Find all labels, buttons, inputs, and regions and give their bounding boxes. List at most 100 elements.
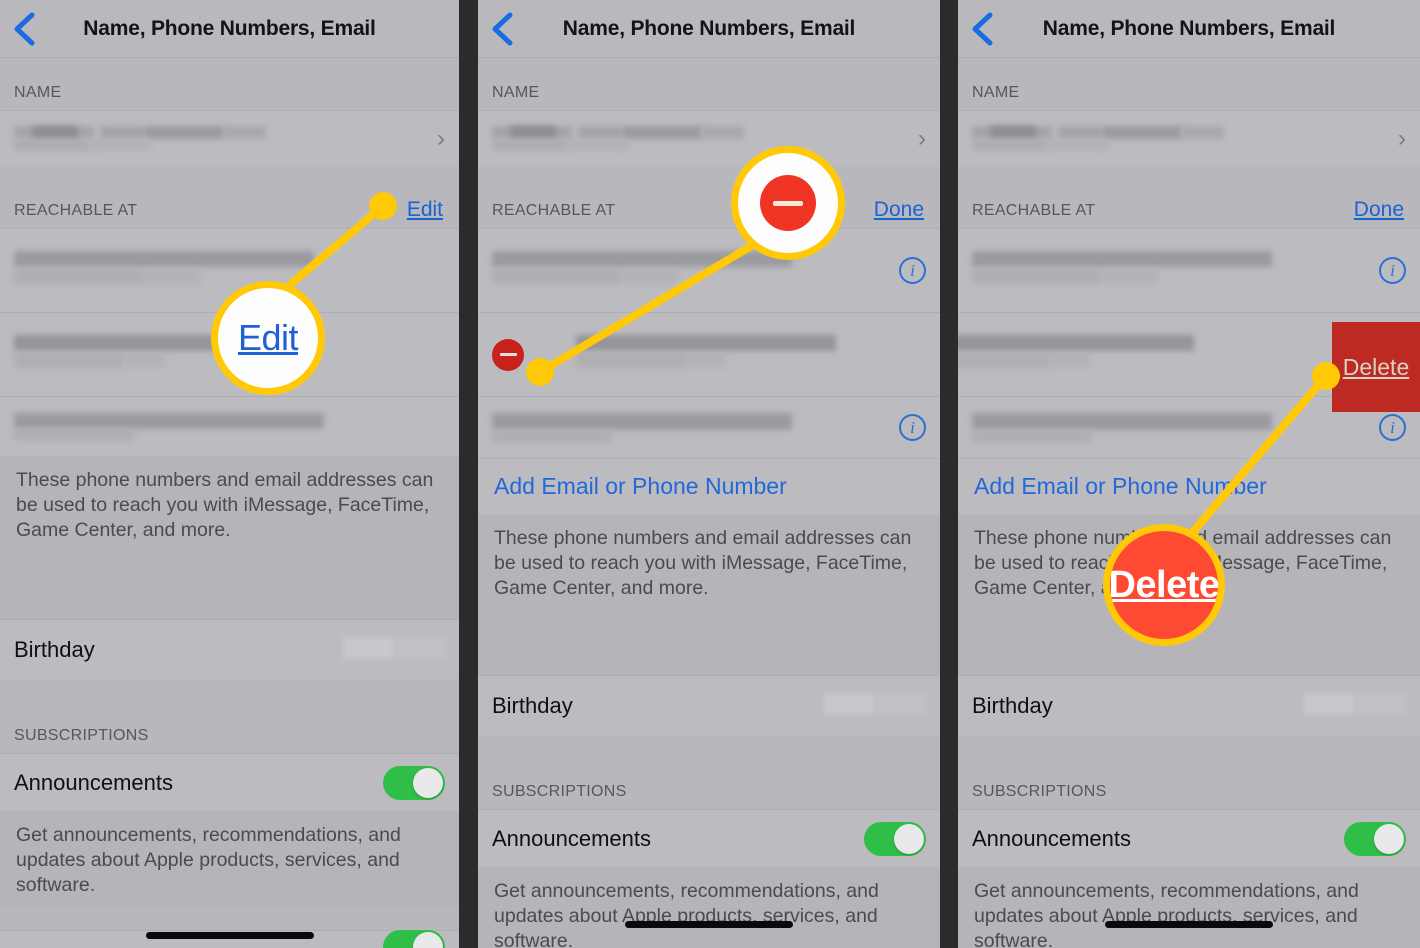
minus-icon [499,353,517,356]
info-icon[interactable]: i [1379,257,1406,284]
add-email-or-phone-button-3[interactable]: Add Email or Phone Number [958,458,1420,514]
announcements-footnote: Get announcements, recommendations, and … [0,811,459,908]
back-chevron-icon-2[interactable] [486,12,518,45]
done-button-3[interactable]: Done [1354,198,1404,222]
info-button-1-p2[interactable]: i [899,257,926,284]
delete-swipe-label: Delete [1342,353,1410,380]
section-spacer-2 [478,619,940,675]
section-header-subscriptions: SUBSCRIPTIONS [0,679,459,753]
info-button-3-p3[interactable]: i [1379,414,1406,441]
info-button-3-p2[interactable]: i [899,414,926,441]
redacted-contact-2 [14,333,294,377]
section-label-name-3: NAME [972,84,1020,101]
announcements-toggle-wrap-3 [1344,821,1406,856]
redacted-birthday-3 [1304,692,1406,719]
birthday-label-3: Birthday [972,692,1053,718]
panel-2-remove-step: Name, Phone Numbers, Email NAME › REACHA… [478,0,940,948]
birthday-value [343,636,445,663]
reachable-row-2[interactable] [0,312,459,396]
peek-toggle-knob [413,932,443,948]
redacted-contact-2-p3 [958,333,1194,377]
home-indicator-3 [1105,921,1273,928]
announcements-footnote-3: Get announcements, recommendations, and … [958,867,1420,948]
section-label-subscriptions: SUBSCRIPTIONS [14,727,149,744]
chevron-right-icon-3: › [1398,124,1406,152]
birthday-row[interactable]: Birthday [0,619,459,679]
name-row[interactable]: › [0,110,459,166]
name-row-chevron-2: › [918,124,926,152]
section-spacer-3 [958,619,1420,675]
birthday-value-2 [824,692,926,719]
reachable-row-3[interactable] [0,396,459,456]
announcements-toggle-2[interactable] [864,821,926,856]
page-title: Name, Phone Numbers, Email [83,16,376,40]
announcements-row-3[interactable]: Announcements [958,809,1420,867]
name-row-2[interactable]: › [478,110,940,166]
redacted-contact-1-p3 [972,249,1272,293]
section-header-subscriptions-3: SUBSCRIPTIONS [958,735,1420,809]
back-chevron-icon[interactable] [8,12,40,45]
birthday-value-3 [1304,692,1406,719]
toggle-knob-3 [1374,823,1404,854]
redacted-birthday [343,636,445,663]
info-icon[interactable]: i [1379,414,1406,441]
section-header-reachable: REACHABLE AT Edit [0,166,459,228]
page-title-2: Name, Phone Numbers, Email [562,16,856,40]
back-chevron-icon-3[interactable] [966,12,998,45]
add-email-or-phone-button[interactable]: Add Email or Phone Number [478,458,940,514]
reachable-row-2-p2[interactable] [478,312,940,396]
reachable-row-1[interactable] [0,228,459,312]
navigation-bar-3: Name, Phone Numbers, Email [958,0,1420,58]
announcements-toggle-wrap-2 [864,821,926,856]
toggle-knob-2 [894,823,924,854]
redacted-contact-3-p3 [972,412,1272,443]
section-spacer-1 [0,561,459,619]
redacted-contact-2-p2 [576,333,836,377]
section-label-subscriptions-2: SUBSCRIPTIONS [492,783,627,800]
redacted-contact-3-p2 [492,412,792,443]
chevron-right-icon-2: › [918,124,926,152]
birthday-row-2[interactable]: Birthday [478,675,940,735]
section-header-name: NAME [0,58,459,110]
reachable-row-1-p2[interactable]: i [478,228,940,312]
redacted-name-value-2 [492,124,744,154]
remove-row-button[interactable] [492,338,524,371]
done-button[interactable]: Done [874,198,924,222]
section-header-reachable-3: REACHABLE AT Done [958,166,1420,228]
birthday-label: Birthday [14,636,95,662]
panel-3-delete-step: Name, Phone Numbers, Email NAME › REACHA… [958,0,1420,948]
announcements-row[interactable]: Announcements [0,753,459,811]
redacted-contact-3 [14,412,324,441]
announcements-toggle-3[interactable] [1344,821,1406,856]
info-icon[interactable]: i [899,257,926,284]
birthday-label-2: Birthday [492,692,573,718]
birthday-row-3[interactable]: Birthday [958,675,1420,735]
announcements-footnote-2: Get announcements, recommendations, and … [478,867,940,948]
redacted-name-value [14,124,266,154]
section-header-subscriptions-2: SUBSCRIPTIONS [478,735,940,809]
announcements-row-2[interactable]: Announcements [478,809,940,867]
info-icon[interactable]: i [899,414,926,441]
reachable-row-3-p2[interactable]: i [478,396,940,458]
announcements-label-2: Announcements [492,825,651,851]
reachable-footnote-2: These phone numbers and email addresses … [478,514,940,619]
section-label-reachable-3: REACHABLE AT [972,202,1096,219]
peek-toggle[interactable] [383,930,445,948]
panel-1-edit-step: Name, Phone Numbers, Email NAME › REACHA… [0,0,459,948]
section-label-name: NAME [14,84,62,101]
edit-button[interactable]: Edit [407,198,443,222]
navigation-bar: Name, Phone Numbers, Email [0,0,459,58]
name-row-3[interactable]: › [958,110,1420,166]
announcements-label: Announcements [14,769,173,795]
info-button-1-p3[interactable]: i [1379,257,1406,284]
section-label-subscriptions-3: SUBSCRIPTIONS [972,783,1107,800]
reachable-row-1-p3[interactable]: i [958,228,1420,312]
section-header-name-2: NAME [478,58,940,110]
announcements-toggle-wrap [383,765,445,800]
navigation-bar-2: Name, Phone Numbers, Email [478,0,940,58]
delete-swipe-button[interactable]: Delete [1332,322,1420,412]
announcements-toggle[interactable] [383,765,445,800]
next-toggle-peek [383,930,445,948]
redacted-contact-1-p2 [492,249,792,293]
chevron-right-icon: › [437,124,445,152]
